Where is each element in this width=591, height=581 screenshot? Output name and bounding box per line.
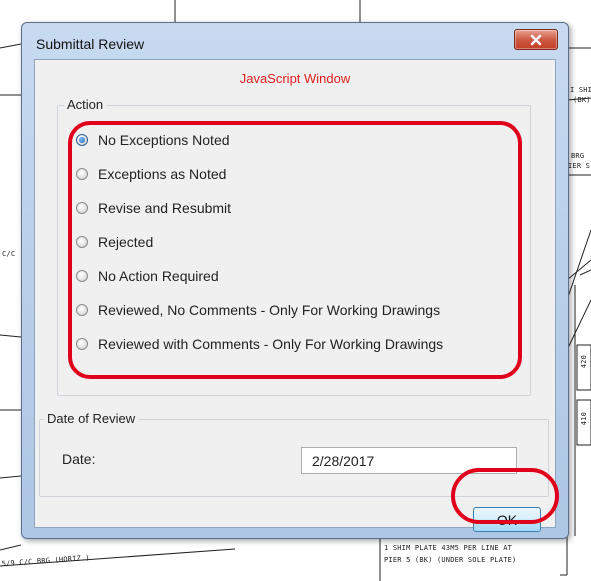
close-button[interactable] <box>514 29 558 50</box>
radio-label: No Exceptions Noted <box>98 132 230 148</box>
radio-button[interactable] <box>76 304 88 316</box>
drawing-note: 1 SHIM PLATE 43M5 PER LINE AT <box>384 544 513 552</box>
close-icon <box>530 34 542 45</box>
dialog-title: Submittal Review <box>36 36 145 52</box>
drawing-note: I SHI <box>570 86 591 94</box>
radio-label: Revise and Resubmit <box>98 200 232 216</box>
drawing-dimension: 410 <box>580 412 588 426</box>
radio-label: Rejected <box>98 234 154 250</box>
drawing-note: IER S <box>568 162 591 170</box>
action-group-legend: Action <box>64 97 107 112</box>
radio-button[interactable] <box>76 202 88 214</box>
date-label: Date: <box>62 451 96 467</box>
radio-option-no-exceptions-noted[interactable]: No Exceptions Noted <box>76 132 230 148</box>
radio-option-reviewed-with-comments[interactable]: Reviewed with Comments - Only For Workin… <box>76 336 443 352</box>
radio-option-reviewed-no-comments[interactable]: Reviewed, No Comments - Only For Working… <box>76 302 440 318</box>
date-group-legend: Date of Review <box>44 411 139 426</box>
drawing-note: C/C <box>2 250 16 258</box>
dialog-body: JavaScript Window Action No Exceptions N… <box>34 59 556 532</box>
radio-button[interactable] <box>76 236 88 248</box>
radio-label: No Action Required <box>98 268 219 284</box>
javascript-window-label: JavaScript Window <box>239 71 351 86</box>
radio-option-revise-and-resubmit[interactable]: Revise and Resubmit <box>76 200 231 216</box>
drawing-note: PIER 5 (BK) (UNDER SOLE PLATE) <box>384 556 517 564</box>
drawing-note: (BK) <box>573 96 591 104</box>
ok-button[interactable]: OK <box>473 507 541 532</box>
radio-option-no-action-required[interactable]: No Action Required <box>76 268 219 284</box>
radio-button[interactable] <box>76 270 88 282</box>
title-bar[interactable]: Submittal Review <box>22 23 568 59</box>
radio-button[interactable] <box>76 134 88 146</box>
submittal-review-dialog: Submittal Review JavaScript Window Actio… <box>21 22 569 539</box>
radio-option-rejected[interactable]: Rejected <box>76 234 153 250</box>
radio-label: Exceptions as Noted <box>98 166 227 182</box>
radio-option-exceptions-as-noted[interactable]: Exceptions as Noted <box>76 166 226 182</box>
radio-button[interactable] <box>76 338 88 350</box>
date-field[interactable] <box>301 447 517 474</box>
action-group: Action No Exceptions Noted Exceptions as… <box>57 97 531 396</box>
radio-button[interactable] <box>76 168 88 180</box>
radio-label: Reviewed with Comments - Only For Workin… <box>98 336 444 352</box>
drawing-dimension: 420 <box>580 355 588 369</box>
drawing-note: BRG <box>571 152 585 160</box>
radio-label: Reviewed, No Comments - Only For Working… <box>98 302 441 318</box>
